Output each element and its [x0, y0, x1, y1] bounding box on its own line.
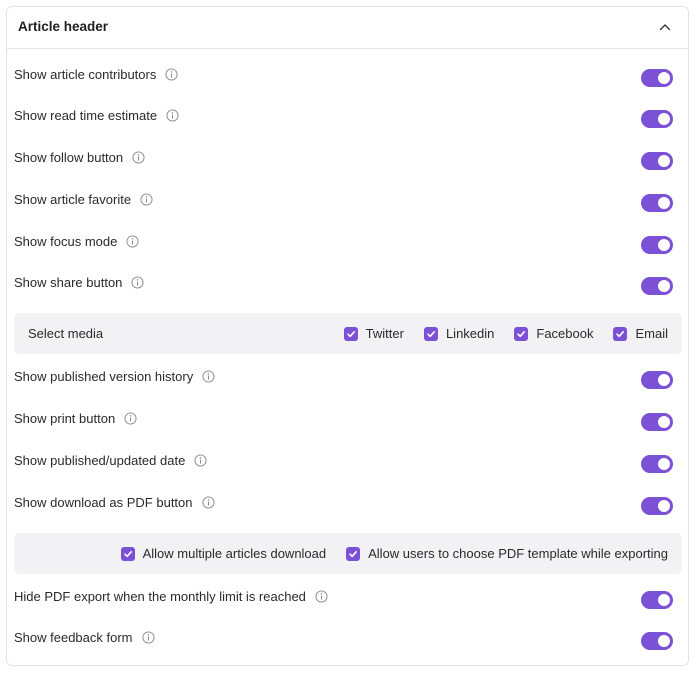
toggle-knob — [658, 416, 670, 428]
checkbox-label: Allow users to choose PDF template while… — [368, 546, 668, 561]
toggle-knob — [658, 635, 670, 647]
setting-row-read-time: Show read time estimate — [7, 101, 688, 131]
setting-label: Show print button — [14, 411, 116, 426]
setting-label: Show focus mode — [14, 234, 118, 249]
setting-label: Show published version history — [14, 369, 194, 384]
toggle-knob — [658, 374, 670, 386]
setting-label: Show article favorite — [14, 192, 132, 207]
checkbox-checked[interactable] — [346, 546, 361, 561]
article-header-panel: Article header Show article contributors… — [6, 6, 689, 666]
setting-row-article-favorite: Show article favorite — [7, 185, 688, 215]
setting-row-feedback-form: Show feedback form — [7, 623, 688, 653]
toggle-knob — [658, 155, 670, 167]
toggle-knob — [658, 458, 670, 470]
check-icon — [349, 550, 358, 557]
panel-header[interactable]: Article header — [7, 7, 688, 49]
setting-row-published-date: Show published/updated date — [7, 446, 688, 476]
setting-label: Show published/updated date — [14, 453, 186, 468]
checkbox-label: Linkedin — [445, 326, 495, 341]
toggle-switch[interactable] — [641, 413, 673, 431]
info-icon[interactable] — [166, 109, 179, 122]
setting-row-article-contributors: Show article contributors — [7, 60, 688, 90]
media-option-twitter[interactable]: Twitter — [343, 326, 404, 341]
media-option-linkedin[interactable]: Linkedin — [423, 326, 495, 341]
toggle-knob — [658, 72, 670, 84]
pdf-option-choose-template[interactable]: Allow users to choose PDF template while… — [346, 546, 668, 561]
setting-row-follow-button: Show follow button — [7, 143, 688, 173]
checkbox-checked[interactable] — [343, 326, 358, 341]
setting-row-hide-pdf-export: Hide PDF export when the monthly limit i… — [7, 582, 688, 612]
setting-label: Hide PDF export when the monthly limit i… — [14, 589, 306, 604]
media-option-facebook[interactable]: Facebook — [514, 326, 593, 341]
select-media-label: Select media — [28, 326, 104, 341]
info-icon[interactable] — [140, 193, 153, 206]
setting-label: Show article contributors — [14, 67, 157, 82]
toggle-knob — [658, 500, 670, 512]
info-icon[interactable] — [126, 235, 139, 248]
toggle-switch[interactable] — [641, 371, 673, 389]
chevron-up-icon[interactable] — [658, 20, 672, 34]
toggle-switch[interactable] — [641, 277, 673, 295]
info-icon[interactable] — [315, 590, 328, 603]
setting-label: Show follow button — [14, 150, 124, 165]
info-icon[interactable] — [202, 370, 215, 383]
check-icon — [427, 330, 435, 337]
setting-label: Show read time estimate — [14, 108, 158, 123]
check-icon — [517, 330, 526, 337]
info-icon[interactable] — [201, 496, 215, 509]
media-checkbox-group: Twitter Linkedin Facebook Email — [343, 313, 668, 354]
checkbox-checked[interactable] — [514, 326, 529, 341]
setting-label: Show share button — [14, 275, 123, 290]
checkbox-checked[interactable] — [423, 326, 438, 341]
check-icon — [616, 330, 625, 337]
info-icon[interactable] — [132, 151, 145, 164]
toggle-knob — [658, 280, 670, 292]
pdf-checkbox-group: Allow multiple articles download Allow u… — [120, 533, 668, 574]
checkbox-checked[interactable] — [120, 546, 135, 561]
toggle-switch[interactable] — [641, 110, 673, 128]
checkbox-label: Allow multiple articles download — [142, 546, 327, 561]
info-icon[interactable] — [141, 631, 155, 644]
pdf-options-box: Allow multiple articles download Allow u… — [14, 533, 682, 574]
toggle-switch[interactable] — [641, 632, 673, 650]
checkbox-label: Twitter — [365, 326, 404, 341]
toggle-knob — [658, 113, 670, 125]
toggle-knob — [658, 594, 670, 606]
info-icon[interactable] — [165, 68, 178, 81]
toggle-switch[interactable] — [641, 455, 673, 473]
toggle-switch[interactable] — [641, 236, 673, 254]
setting-row-print-button: Show print button — [7, 404, 688, 434]
toggle-switch[interactable] — [641, 152, 673, 170]
select-media-box: Select media Twitter Linkedin Facebook E… — [14, 313, 682, 354]
check-icon — [123, 550, 132, 557]
toggle-knob — [658, 239, 670, 251]
info-icon[interactable] — [131, 276, 144, 289]
checkbox-label: Email — [635, 326, 668, 341]
toggle-switch[interactable] — [641, 591, 673, 609]
toggle-switch[interactable] — [641, 497, 673, 515]
toggle-knob — [658, 197, 670, 209]
setting-row-download-pdf: Show download as PDF button — [7, 488, 688, 518]
pdf-option-multiple-download[interactable]: Allow multiple articles download — [120, 546, 327, 561]
toggle-switch[interactable] — [641, 194, 673, 212]
check-icon — [346, 330, 355, 337]
setting-row-focus-mode: Show focus mode — [7, 227, 688, 257]
info-icon[interactable] — [124, 412, 137, 425]
setting-row-share-button: Show share button — [7, 268, 688, 298]
setting-row-version-history: Show published version history — [7, 362, 688, 392]
panel-title: Article header — [18, 19, 109, 34]
checkbox-label: Facebook — [536, 326, 594, 341]
media-option-email[interactable]: Email — [613, 326, 668, 341]
info-icon[interactable] — [194, 454, 207, 467]
setting-label: Show feedback form — [14, 630, 133, 645]
checkbox-checked[interactable] — [613, 326, 628, 341]
setting-label: Show download as PDF button — [14, 495, 193, 510]
toggle-switch[interactable] — [641, 69, 673, 87]
